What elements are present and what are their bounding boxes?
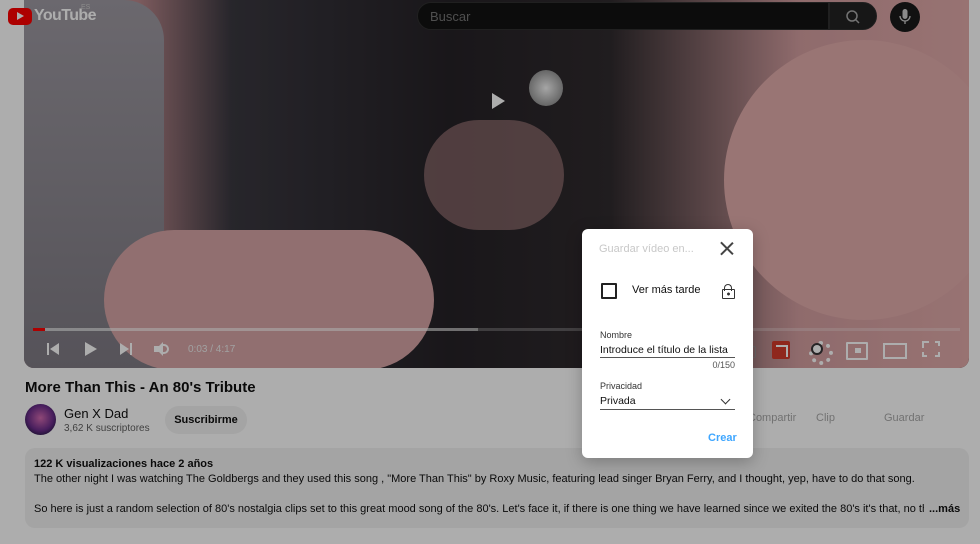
character-counter: 0/150 <box>712 360 735 370</box>
playlist-name-field[interactable] <box>600 343 735 358</box>
close-icon[interactable] <box>718 239 736 257</box>
create-button[interactable]: Crear <box>708 432 737 444</box>
modal-backdrop[interactable] <box>0 0 980 544</box>
privacy-value: Privada <box>600 395 636 407</box>
lock-icon <box>722 284 735 299</box>
save-to-playlist-dialog: Guardar vídeo en... Ver más tarde Nombre… <box>582 229 753 458</box>
privacy-field-label: Privacidad <box>600 381 643 391</box>
dialog-title: Guardar vídeo en... <box>599 243 694 255</box>
watch-later-label[interactable]: Ver más tarde <box>632 284 700 296</box>
watch-later-checkbox[interactable] <box>601 283 617 299</box>
privacy-select[interactable]: Privada <box>600 394 735 410</box>
chevron-down-icon <box>720 394 731 405</box>
name-field-label: Nombre <box>600 330 633 340</box>
